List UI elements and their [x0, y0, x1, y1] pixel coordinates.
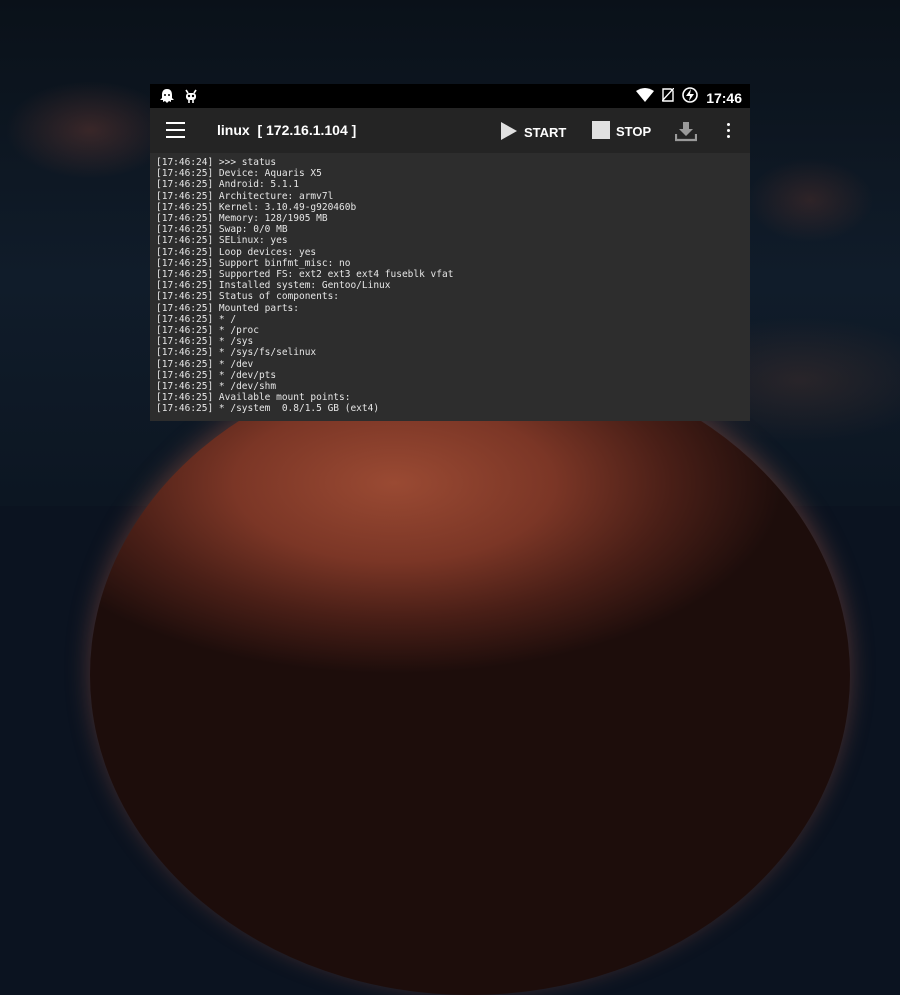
more-vertical-icon — [726, 123, 730, 126]
stop-square-icon — [592, 121, 610, 142]
log-line: [17:46:25] Architecture: armv7l — [156, 190, 334, 202]
log-line: [17:46:24] >>> status — [156, 157, 277, 168]
log-line: [17:46:25] * /dev — [156, 358, 254, 370]
log-line: [17:46:25] * / — [156, 313, 237, 325]
download-icon — [674, 122, 698, 146]
battery-charging-icon — [682, 87, 698, 108]
start-button[interactable]: START — [500, 121, 566, 144]
phone-status-bar: 17:46 — [150, 84, 750, 108]
log-line: [17:46:25] * /dev/shm — [156, 381, 277, 393]
menu-icon — [166, 122, 185, 124]
log-lines: [17:46:24] >>> status [17:46:25] Device: … — [150, 153, 750, 415]
app-toolbar: linux [ 172.16.1.104 ] START STOP — [150, 108, 750, 153]
log-line: [17:46:25] Android: 5.1.1 — [156, 179, 299, 191]
log-line: [17:46:25] SELinux: yes — [156, 235, 288, 247]
app-title: linux [ 172.16.1.104 ] — [217, 122, 357, 138]
log-line: [17:46:25] Support binfmt_misc: no — [156, 257, 351, 269]
stop-label: STOP — [616, 124, 652, 139]
terminal-output[interactable]: [17:46:24] >>> status [17:46:25] Device: … — [150, 153, 750, 421]
log-line: [17:46:25] Memory: 128/1905 MB — [156, 213, 328, 225]
bug-icon — [184, 88, 198, 109]
export-button[interactable] — [674, 120, 698, 147]
log-line: [17:46:25] Installed system: Gentoo/Linu… — [156, 280, 391, 292]
ghost-icon — [160, 88, 174, 109]
log-line: [17:46:25] Status of components: — [156, 291, 340, 303]
log-line: [17:46:25] * /proc — [156, 325, 259, 337]
log-line: [17:46:25] Swap: 0/0 MB — [156, 224, 288, 236]
menu-button[interactable] — [166, 122, 185, 138]
log-line: [17:46:25] * /sys — [156, 336, 254, 348]
wifi-icon — [636, 88, 655, 107]
log-line: [17:46:25] Loop devices: yes — [156, 246, 317, 258]
log-line: [17:46:25] Kernel: 3.10.49-g920460b — [156, 201, 357, 213]
log-line: [17:46:25] Available mount points: — [156, 392, 351, 404]
log-line: [17:46:25] Device: Aquaris X5 — [156, 168, 322, 180]
planet-graphic — [90, 355, 850, 995]
play-icon — [500, 121, 518, 144]
status-clock: 17:46 — [706, 89, 742, 106]
start-label: START — [524, 125, 567, 140]
log-line: [17:46:25] * /system 0.8/1.5 GB (ext4) — [156, 403, 380, 415]
stop-button[interactable]: STOP — [592, 121, 651, 142]
log-line: [17:46:25] * /dev/pts — [156, 369, 277, 381]
no-sim-icon — [661, 87, 675, 107]
overflow-menu-button[interactable] — [725, 123, 731, 141]
log-line: [17:46:25] * /sys/fs/selinux — [156, 347, 317, 359]
log-line: [17:46:25] Mounted parts: — [156, 302, 299, 314]
log-line: [17:46:25] Supported FS: ext2 ext3 ext4 … — [156, 269, 454, 281]
